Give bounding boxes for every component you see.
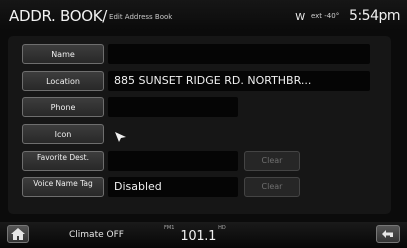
home-icon [8, 227, 28, 246]
row-phone: Phone [8, 97, 391, 119]
row-location: Location 885 SUNSET RIDGE RD. NORTHBR... [8, 71, 391, 93]
phone-button[interactable]: Phone [22, 97, 104, 117]
row-icon: Icon [8, 124, 391, 146]
title-subtitle: Edit Address Book [109, 13, 173, 21]
row-name: Name [8, 44, 391, 66]
clock: 5:54pm [349, 8, 400, 24]
voice-clear-button[interactable]: Clear [244, 177, 300, 197]
climate-status[interactable]: Climate OFF [69, 230, 124, 240]
row-favorite: Favorite Dest. Clear [8, 151, 391, 173]
name-button[interactable]: Name [22, 44, 104, 64]
name-field[interactable] [108, 44, 370, 64]
voice-name-tag-button[interactable]: Voice Name Tag [22, 177, 104, 197]
phone-field[interactable] [108, 97, 238, 117]
address-book-panel: Name Location 885 SUNSET RIDGE RD. NORTH… [8, 36, 391, 214]
hd-radio-indicator: HD [218, 225, 226, 231]
radio-status[interactable]: FM1 101.1HD [164, 225, 226, 244]
home-button[interactable] [7, 225, 29, 243]
compass-icon: W [295, 12, 306, 23]
location-button[interactable]: Location [22, 71, 104, 91]
row-voice: Voice Name Tag Disabled Clear [8, 177, 391, 199]
favorite-dest-button[interactable]: Favorite Dest. [22, 151, 104, 171]
voice-name-tag-field[interactable]: Disabled [108, 177, 238, 197]
favorite-dest-field[interactable] [108, 151, 238, 171]
page-title: ADDR. BOOK/Edit Address Book [9, 7, 172, 25]
icon-button[interactable]: Icon [22, 124, 104, 144]
pointer-icon [114, 128, 128, 147]
radio-band: FM1 [164, 225, 175, 231]
back-arrow-icon [377, 227, 399, 246]
radio-frequency: 101.1 [180, 229, 217, 244]
screen: ADDR. BOOK/Edit Address Book W ext -40° … [0, 0, 407, 248]
favorite-clear-button[interactable]: Clear [244, 151, 300, 171]
status-area: W ext -40° 5:54pm [295, 8, 400, 24]
outside-temperature: ext -40° [310, 12, 340, 20]
bottom-bar: Climate OFF FM1 101.1HD [0, 222, 407, 248]
location-field[interactable]: 885 SUNSET RIDGE RD. NORTHBR... [108, 71, 370, 91]
back-button[interactable] [376, 225, 400, 243]
header-bar: ADDR. BOOK/Edit Address Book W ext -40° … [0, 0, 407, 30]
title-text: ADDR. BOOK/ [9, 7, 108, 25]
